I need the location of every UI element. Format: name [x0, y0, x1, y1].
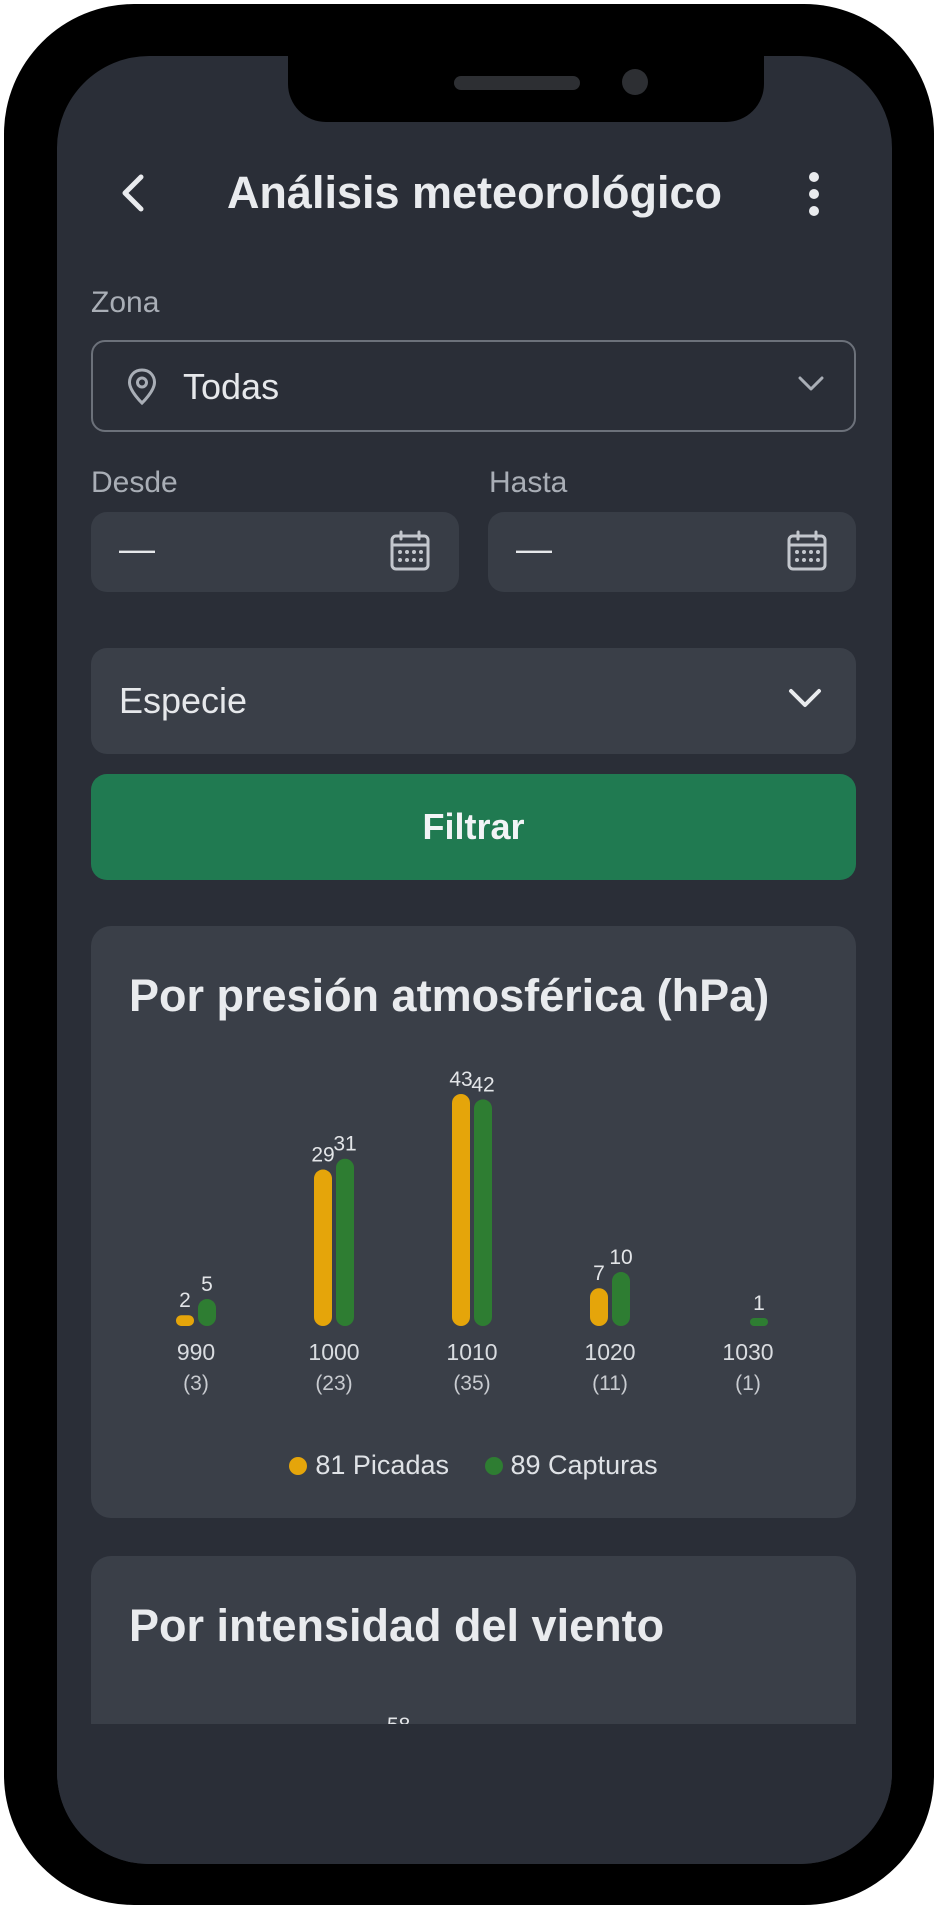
- x-tick-label: 1030: [722, 1339, 773, 1365]
- bar-value-bites-1000: 29: [311, 1144, 334, 1167]
- legend-label-bites: 81 Picadas: [315, 1450, 449, 1480]
- legend-item-bites: 81 Picadas: [289, 1450, 449, 1481]
- bar-catches-1010: [474, 1099, 492, 1326]
- x-tick-label: 1010: [446, 1339, 497, 1365]
- bottom-safe-area: [57, 1724, 892, 1864]
- bar-bites-1010: [452, 1094, 470, 1326]
- to-date-value: —: [516, 528, 552, 569]
- pressure-bar-chart: 25 990 (3) 2931 1000 (23) 4342 1010 (35) 710 1020 (…: [176, 1068, 774, 1395]
- bar-value-bites-1020: 7: [593, 1262, 605, 1285]
- filter-button[interactable]: Filtrar: [91, 774, 856, 880]
- x-tick-count: (23): [315, 1372, 352, 1395]
- to-date-field[interactable]: —: [488, 512, 856, 592]
- species-value: Especie: [119, 680, 248, 721]
- bar-value-catches-1020: 10: [609, 1246, 632, 1269]
- location-pin-icon: [127, 368, 157, 406]
- bar-bites-990: [176, 1315, 194, 1326]
- calendar-icon: [787, 530, 827, 571]
- x-tick-count: (11): [592, 1372, 628, 1395]
- from-date-value: —: [119, 528, 155, 569]
- chevron-down-icon: [798, 376, 824, 391]
- from-date-field[interactable]: —: [91, 512, 459, 592]
- wind-chart-title: Por intensidad del viento: [129, 1600, 665, 1651]
- bar-value-catches-990: 5: [201, 1273, 213, 1296]
- bar-catches-1000: [336, 1158, 354, 1326]
- x-tick-count: (3): [183, 1372, 209, 1395]
- x-tick-label: 1000: [308, 1339, 359, 1365]
- device-notch: [288, 56, 764, 122]
- species-select[interactable]: Especie: [91, 648, 856, 754]
- x-tick-count: (1): [735, 1372, 761, 1395]
- phone-frame: Análisis meteorológico Zona Todas Desde …: [4, 4, 934, 1905]
- bar-value-catches-1030: 1: [753, 1292, 765, 1315]
- front-camera: [622, 69, 648, 95]
- bar-catches-990: [198, 1299, 216, 1326]
- legend-item-catches: 89 Capturas: [484, 1450, 658, 1481]
- pressure-chart-card: Por presión atmosférica (hPa) 2 5 990 (3) 29…: [91, 926, 856, 1518]
- x-tick-label: 1020: [584, 1339, 635, 1365]
- pressure-chart-title: Por presión atmosférica (hPa): [129, 970, 770, 1021]
- speaker-grille: [454, 76, 580, 90]
- bar-value-bites-1010: 43: [449, 1068, 472, 1091]
- bar-bites-1000: [314, 1169, 332, 1326]
- chevron-down-icon: [789, 689, 821, 707]
- bar-value-bites-990: 2: [179, 1289, 191, 1312]
- legend-label-catches: 89 Capturas: [510, 1450, 658, 1480]
- bar-bites-1020: [590, 1288, 608, 1326]
- calendar-icon: [390, 530, 430, 571]
- legend-dot-catches: [484, 1456, 503, 1475]
- zone-select[interactable]: Todas: [91, 340, 856, 432]
- x-tick-label: 990: [177, 1339, 215, 1365]
- bar-value-catches-1000: 31: [333, 1133, 356, 1156]
- bar-catches-1030: [750, 1318, 768, 1326]
- to-label: Hasta: [489, 466, 568, 499]
- x-tick-count: (35): [453, 1372, 490, 1395]
- legend-dot-bites: [289, 1456, 308, 1475]
- more-options-button[interactable]: [799, 171, 829, 221]
- zone-label: Zona: [91, 286, 160, 319]
- app-screen: Análisis meteorológico Zona Todas Desde …: [57, 56, 892, 1864]
- from-label: Desde: [91, 466, 178, 499]
- chart-legend: 81 Picadas 89 Capturas: [91, 1450, 856, 1482]
- more-vertical-icon: [809, 172, 819, 216]
- app-bar: Análisis meteorológico: [57, 151, 892, 231]
- page-title: Análisis meteorológico: [226, 167, 723, 218]
- bar-value-catches-1010: 42: [471, 1073, 494, 1096]
- zone-value: Todas: [183, 366, 280, 407]
- bar-catches-1020: [612, 1272, 630, 1326]
